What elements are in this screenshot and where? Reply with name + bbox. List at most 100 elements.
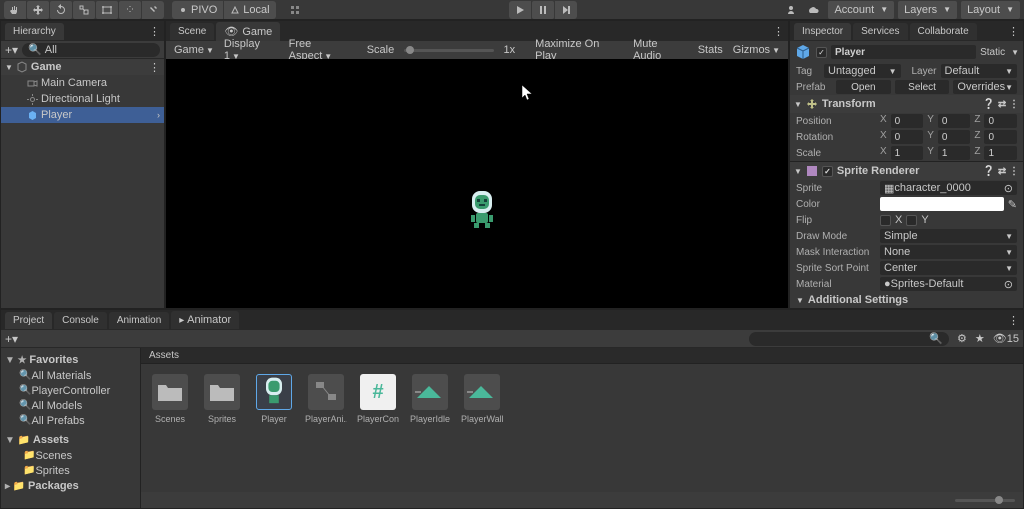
hierarchy-search[interactable]: 🔍All: [22, 43, 160, 57]
rect-tool-icon[interactable]: [96, 1, 118, 19]
stats-toggle[interactable]: Stats: [698, 44, 723, 56]
hierarchy-item-light[interactable]: Directional Light: [1, 91, 164, 107]
asset-anim-walk[interactable]: PlayerWalk: [463, 374, 501, 424]
asset-folder-scenes[interactable]: Scenes: [151, 374, 189, 424]
main-area: Hierarchy ⋮ +▾ 🔍All ▼Game⋮ Main Camera D…: [0, 20, 1024, 309]
scale-slider[interactable]: [404, 49, 493, 52]
fav-materials[interactable]: 🔍 All Materials: [5, 368, 136, 383]
layer-dropdown[interactable]: Default▼: [941, 64, 1018, 78]
create-dropdown-icon[interactable]: +▾: [5, 332, 18, 346]
tab-animation[interactable]: Animation: [109, 312, 169, 329]
scl-y-field[interactable]: 1: [938, 146, 971, 160]
pos-y-field[interactable]: 0: [938, 114, 971, 128]
prefab-open-button[interactable]: Open: [836, 80, 891, 94]
asset-anim-idle[interactable]: PlayerIdle: [411, 374, 449, 424]
hierarchy-panel: Hierarchy ⋮ +▾ 🔍All ▼Game⋮ Main Camera D…: [0, 20, 165, 309]
project-panel: Project Console Animation ▸ Animator ⋮ +…: [0, 309, 1024, 509]
panel-menu-icon[interactable]: ⋮: [1008, 25, 1019, 38]
mask-dropdown[interactable]: None▼: [880, 245, 1017, 259]
rot-y-field[interactable]: 0: [938, 130, 971, 144]
sprite-renderer-enabled[interactable]: ✓: [822, 166, 833, 177]
prefab-select-button[interactable]: Select: [895, 80, 950, 94]
filter-icon[interactable]: ⚙: [957, 332, 967, 345]
transform-header[interactable]: ▼Transform❔ ⇄ ⋮: [790, 95, 1023, 113]
flip-x[interactable]: [880, 215, 891, 226]
drawmode-dropdown[interactable]: Simple▼: [880, 229, 1017, 243]
asset-script[interactable]: #PlayerCont...: [359, 374, 397, 424]
sprite-renderer-header[interactable]: ▼✓Sprite Renderer❔ ⇄ ⋮: [790, 162, 1023, 180]
breadcrumb[interactable]: Assets: [141, 348, 1023, 364]
folder-scenes[interactable]: 📁 Scenes: [5, 448, 136, 463]
tab-hierarchy[interactable]: Hierarchy: [5, 23, 64, 40]
cloud-icon[interactable]: [802, 1, 824, 19]
pos-z-field[interactable]: 0: [984, 114, 1017, 128]
favorite-icon[interactable]: ★: [975, 332, 985, 345]
sort-dropdown[interactable]: Center▼: [880, 261, 1017, 275]
fav-models[interactable]: 🔍 All Models: [5, 398, 136, 413]
fav-playercontroller[interactable]: 🔍 PlayerController: [5, 383, 136, 398]
gizmos-dropdown[interactable]: Gizmos▼: [733, 44, 780, 56]
local-toggle[interactable]: Local: [224, 1, 275, 19]
snap-icon[interactable]: [284, 1, 306, 19]
folder-sprites[interactable]: 📁 Sprites: [5, 463, 136, 478]
step-button-icon[interactable]: [555, 1, 577, 19]
sprite-field[interactable]: ▦character_0000⊙: [880, 181, 1017, 195]
account-dropdown[interactable]: Account▼: [828, 1, 894, 19]
asset-animcontroller[interactable]: PlayerAni...: [307, 374, 345, 424]
active-checkbox[interactable]: ✓: [816, 47, 827, 58]
pause-button-icon[interactable]: [532, 1, 554, 19]
tab-scene[interactable]: Scene: [170, 23, 214, 40]
panel-menu-icon[interactable]: ⋮: [773, 25, 784, 38]
tab-services[interactable]: Services: [853, 23, 907, 40]
tab-inspector[interactable]: Inspector: [794, 23, 851, 40]
game-view-toolbar: Game▼ Display 1▼ Free Aspect▼ Scale 1x M…: [166, 41, 788, 59]
scl-x-field[interactable]: 1: [891, 146, 924, 160]
cursor-icon: [521, 84, 535, 102]
asset-folder-sprites[interactable]: Sprites: [203, 374, 241, 424]
tab-collaborate[interactable]: Collaborate: [910, 23, 977, 40]
static-dropdown[interactable]: ▼: [1011, 48, 1019, 57]
flip-y[interactable]: [906, 215, 917, 226]
project-search[interactable]: 🔍: [749, 332, 949, 346]
object-name-field[interactable]: Player: [831, 45, 976, 59]
fav-prefabs[interactable]: 🔍 All Prefabs: [5, 413, 136, 428]
scene-root[interactable]: ▼Game⋮: [1, 59, 164, 75]
scale-tool-icon[interactable]: [73, 1, 95, 19]
hierarchy-item-player[interactable]: Player›: [1, 107, 164, 123]
hierarchy-item-camera[interactable]: Main Camera: [1, 75, 164, 91]
game-view[interactable]: [166, 59, 788, 308]
panel-menu-icon[interactable]: ⋮: [149, 25, 160, 38]
game-dropdown[interactable]: Game▼: [174, 44, 214, 56]
layers-dropdown[interactable]: Layers▼: [898, 1, 957, 19]
prefab-icon: [794, 43, 812, 61]
create-dropdown-icon[interactable]: +▾: [5, 43, 18, 57]
layout-dropdown[interactable]: Layout▼: [961, 1, 1020, 19]
rot-z-field[interactable]: 0: [984, 130, 1017, 144]
tab-animator[interactable]: ▸ Animator: [171, 311, 239, 329]
scl-z-field[interactable]: 1: [984, 146, 1017, 160]
tag-dropdown[interactable]: Untagged▼: [824, 64, 901, 78]
collab-icon[interactable]: [780, 1, 802, 19]
tab-console[interactable]: Console: [54, 312, 107, 329]
move-tool-icon[interactable]: [27, 1, 49, 19]
pivot-toggle[interactable]: PIVO: [172, 1, 223, 19]
panel-menu-icon[interactable]: ⋮: [1008, 314, 1019, 327]
game-view-panel: Scene 👁Game ⋮ Game▼ Display 1▼ Free Aspe…: [165, 20, 789, 309]
pos-x-field[interactable]: 0: [891, 114, 924, 128]
rotate-tool-icon[interactable]: [50, 1, 72, 19]
custom-tool-icon[interactable]: [142, 1, 164, 19]
color-field[interactable]: [880, 197, 1004, 211]
combined-tool-icon[interactable]: [119, 1, 141, 19]
tab-project[interactable]: Project: [5, 312, 52, 329]
rot-x-field[interactable]: 0: [891, 130, 924, 144]
prefab-overrides-dropdown[interactable]: Overrides▼: [953, 80, 1017, 94]
asset-prefab-player[interactable]: Player: [255, 374, 293, 424]
play-controls: [509, 1, 577, 19]
thumbnail-size-slider[interactable]: [955, 499, 1015, 502]
play-button-icon[interactable]: [509, 1, 531, 19]
hand-tool-icon[interactable]: [4, 1, 26, 19]
material-field[interactable]: ●Sprites-Default⊙: [880, 277, 1017, 291]
hidden-count[interactable]: 👁15: [993, 332, 1019, 345]
sprite-renderer-icon: [806, 165, 818, 177]
eyedropper-icon[interactable]: ✎: [1008, 198, 1017, 211]
